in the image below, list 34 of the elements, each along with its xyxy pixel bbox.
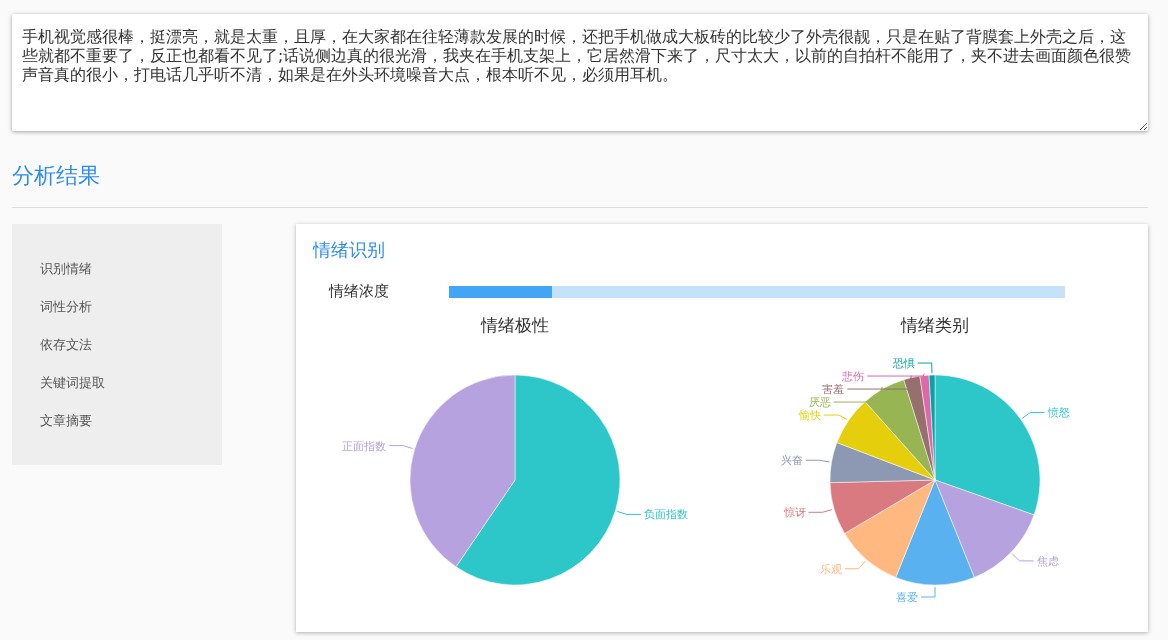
slice-label: 惊讶 bbox=[783, 506, 806, 520]
card-title: 情绪识别 bbox=[313, 238, 386, 262]
slice-label: 正面指数 bbox=[342, 439, 387, 453]
slice-label: 愤怒 bbox=[1047, 406, 1070, 420]
leader-line bbox=[1011, 553, 1035, 562]
section-heading: 分析结果 bbox=[12, 162, 101, 190]
sidebar-item[interactable]: 识别情绪 bbox=[40, 258, 92, 280]
leader-line bbox=[808, 509, 833, 513]
leader-line bbox=[616, 510, 642, 515]
chart-title: 情绪类别 bbox=[901, 315, 969, 335]
text-input[interactable]: 手机视觉感很棒，挺漂亮，就是太重，且厚，在大家都在往轻薄款发展的时候，还把手机做成大板砖的比较少了外壳很靓，只是在贴了背膜套上外壳之后，这些就都不重要了，反正也都看不见了;话说侧边真的很光滑，我夹在手机支架上，它居然滑下来了，尺寸太大，以前的自拍杆不能用了，夹不进去画面颜色很赞声音真的很小，打电话几乎听不清，如果是在外头环境噪音大点，根本听不见，必须用耳机。 bbox=[12, 14, 1148, 131]
leader-line bbox=[805, 459, 831, 463]
leader-line bbox=[844, 560, 866, 570]
leader-line bbox=[823, 414, 848, 420]
slice-label: 兴奋 bbox=[780, 454, 803, 468]
sidebar-item[interactable]: 文章摘要 bbox=[40, 410, 92, 432]
slice-label: 负面指数 bbox=[643, 508, 688, 522]
leader-line bbox=[920, 586, 936, 598]
slice-label: 厌恶 bbox=[808, 396, 831, 410]
slice-label: 害羞 bbox=[822, 383, 845, 397]
slice-label: 恐惧 bbox=[892, 357, 915, 371]
slice-label: 乐观 bbox=[819, 562, 842, 576]
sidebar-item[interactable]: 词性分析 bbox=[40, 296, 92, 318]
sidebar-item[interactable]: 关键词提取 bbox=[40, 372, 105, 394]
sidebar-item[interactable]: 依存文法 bbox=[40, 334, 92, 356]
leader-line bbox=[833, 386, 883, 403]
leader-line bbox=[1021, 411, 1045, 419]
slice-label: 焦虑 bbox=[1036, 554, 1059, 568]
chart-title: 情绪极性 bbox=[481, 315, 549, 335]
leader-line bbox=[388, 445, 414, 450]
slice-label: 喜爱 bbox=[896, 591, 918, 604]
meter-label: 情绪浓度 bbox=[327, 282, 390, 301]
slice-label: 愉快 bbox=[798, 409, 821, 423]
slice-label: 悲伤 bbox=[842, 370, 865, 384]
